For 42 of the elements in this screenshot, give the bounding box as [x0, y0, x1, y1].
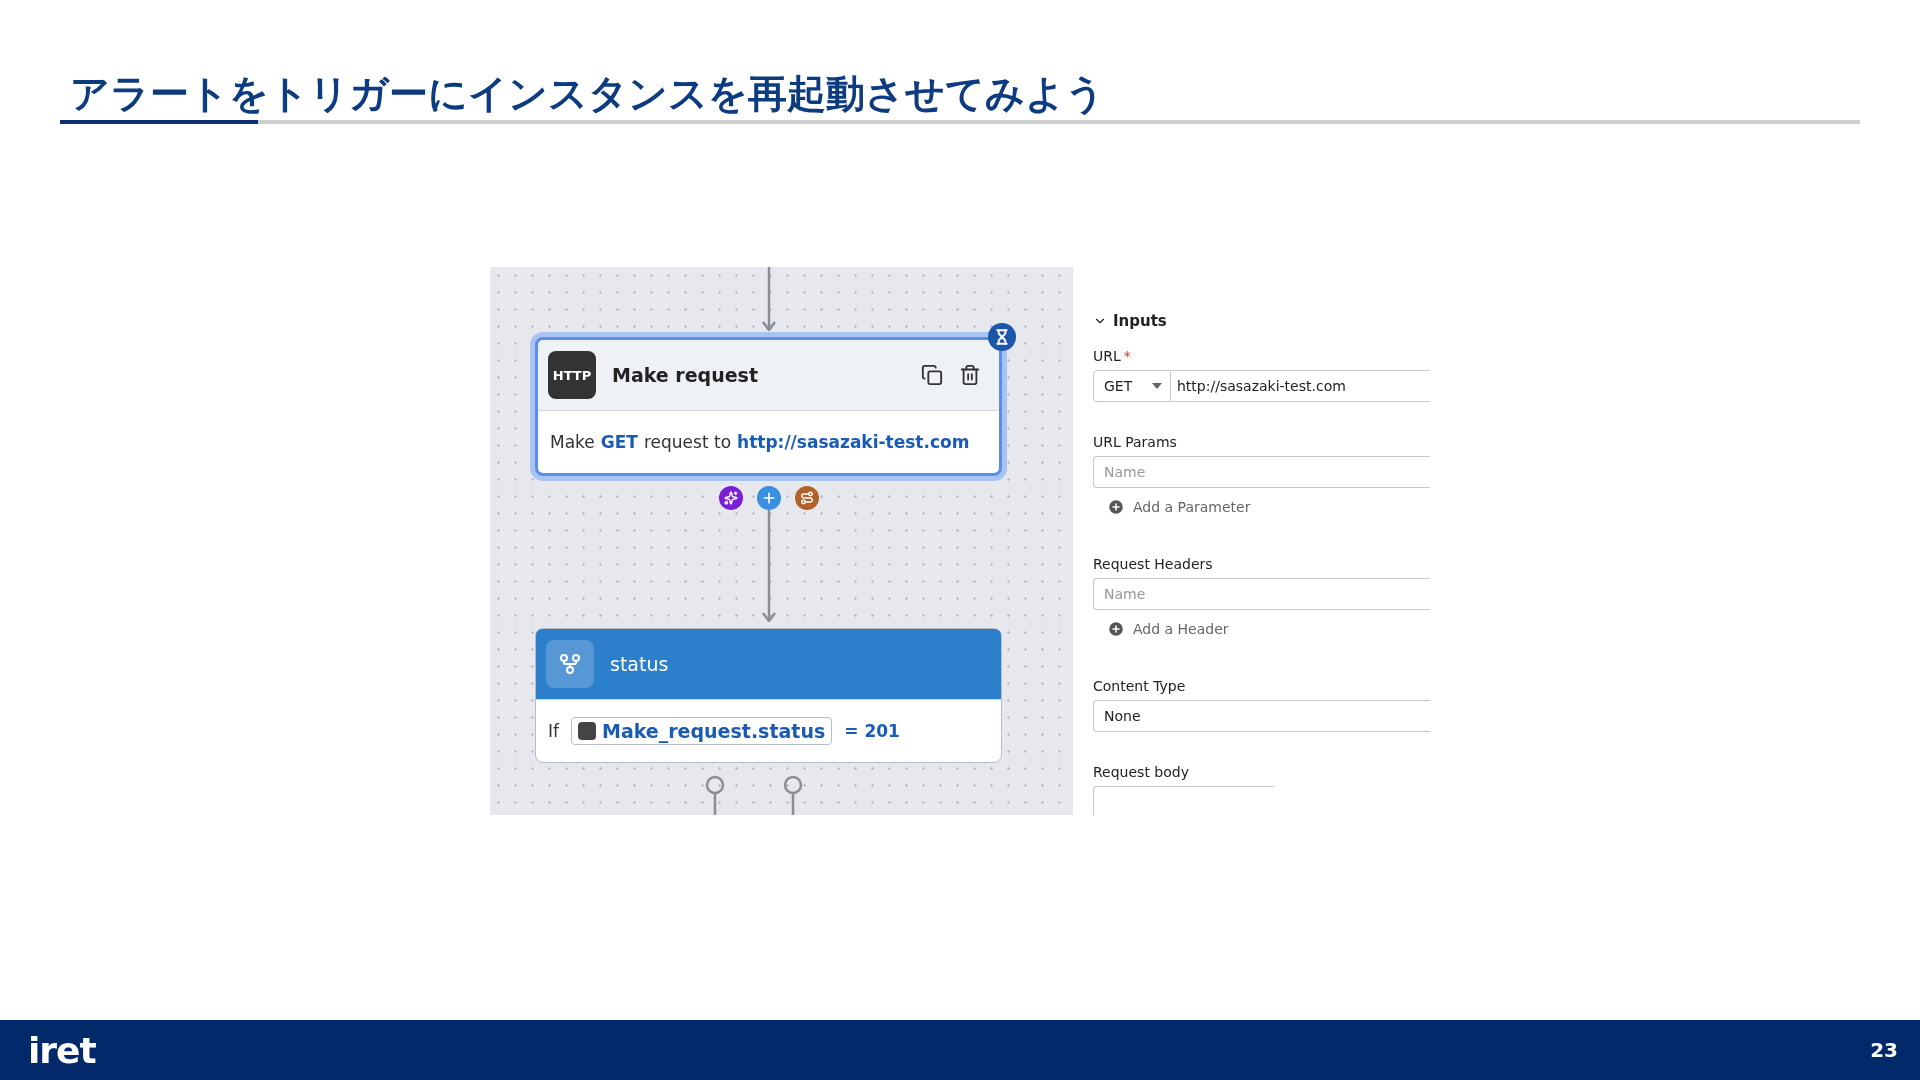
name-input[interactable]: Name: [1093, 578, 1430, 610]
slide-title: アラートをトリガーにインスタンスを再起動させてみよう: [70, 70, 1106, 118]
branch-connector: [782, 775, 803, 815]
copy-icon[interactable]: [921, 364, 943, 386]
field-label: Request Headers: [1093, 556, 1214, 572]
logo: iret: [28, 1029, 96, 1071]
plus-circle-icon: [1107, 620, 1125, 638]
condition-node[interactable]: status If Make_request.status = 201: [535, 628, 1002, 763]
field-label: Request body: [1093, 764, 1190, 780]
add-link[interactable]: Add a Header: [1093, 620, 1229, 638]
add-link[interactable]: Add a Parameter: [1093, 498, 1251, 516]
trash-icon[interactable]: [959, 364, 981, 386]
request-value: http://sasazaki-test.com: [737, 432, 970, 452]
sparkle-handle-icon[interactable]: [718, 486, 743, 510]
field-label: URL Params: [1093, 434, 1178, 450]
content-type-select[interactable]: None: [1093, 700, 1430, 732]
condition-text: If: [548, 721, 559, 741]
field-label: Content Type: [1093, 678, 1187, 694]
node-title: status: [610, 653, 670, 675]
http-mini-icon: [578, 722, 596, 740]
required-mark: *: [1123, 348, 1131, 364]
condition-value: = 201: [844, 721, 900, 741]
connector-arrow: [760, 267, 777, 331]
inputs-section-toggle[interactable]: Inputs: [1093, 312, 1430, 330]
plus-handle-icon[interactable]: [756, 486, 781, 510]
http-badge: HTTP: [548, 351, 596, 399]
field-label: URL *: [1093, 348, 1132, 364]
request-text: Make: [550, 432, 595, 452]
hourglass-icon: [988, 323, 1016, 351]
branch-icon: [546, 640, 594, 688]
url-input[interactable]: http://sasazaki-test.com: [1171, 370, 1430, 402]
request-text: request to: [643, 432, 732, 452]
node-title: Make request: [612, 364, 760, 386]
method-dropdown[interactable]: GET: [1093, 370, 1171, 402]
plus-circle-icon: [1107, 498, 1125, 516]
name-input[interactable]: Name: [1093, 456, 1430, 488]
page-number: 23: [1870, 1038, 1898, 1062]
route-handle-icon[interactable]: [794, 486, 819, 510]
variable-chip[interactable]: Make_request.status: [571, 717, 833, 745]
request-value: GET: [600, 432, 638, 452]
branch-connector: [704, 775, 725, 815]
caret-icon: [1152, 383, 1162, 389]
